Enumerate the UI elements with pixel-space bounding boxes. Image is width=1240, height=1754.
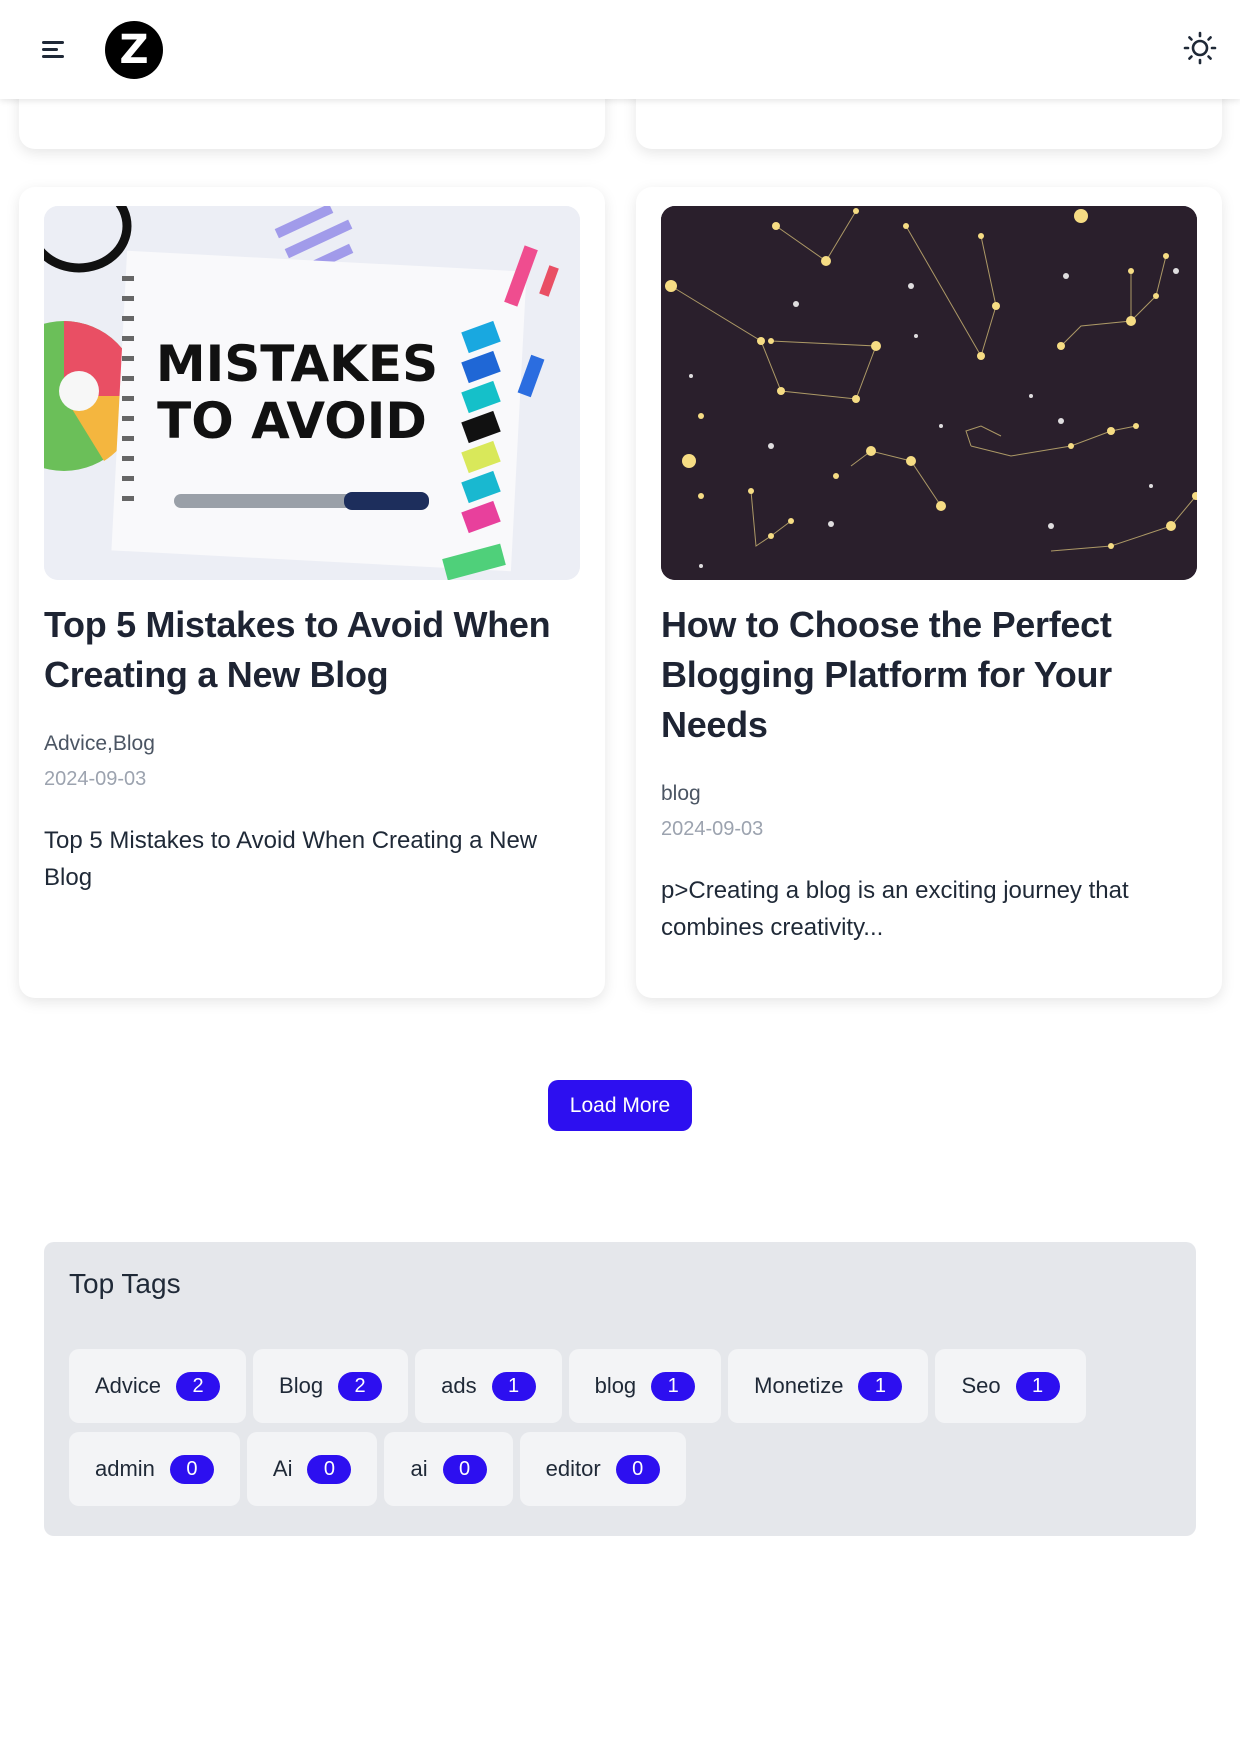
- tag-count-badge: 0: [442, 1454, 487, 1484]
- top-tags-title: Top Tags: [69, 1268, 181, 1299]
- tag-name: Monetize: [754, 1373, 844, 1398]
- tag-chip[interactable]: Advice 2: [69, 1349, 247, 1423]
- top-tags-panel: Top Tags Advice 2 Blog 2 ads 1 blog 1 Moneti…: [44, 1242, 1196, 1536]
- tag-chip[interactable]: ai 0: [384, 1432, 513, 1506]
- post-thumbnail[interactable]: MISTAKES TO AVOID: [44, 206, 580, 580]
- tag-chip[interactable]: ads 1: [415, 1349, 562, 1423]
- post-date: 2024-09-03: [44, 768, 147, 790]
- post-card[interactable]: How to Choose the Perfect Blogging Platf…: [636, 187, 1222, 998]
- post-categories[interactable]: blog: [661, 782, 701, 806]
- sun-icon[interactable]: [1183, 31, 1217, 65]
- post-card[interactable]: MISTAKES TO AVOID Top 5 Mistakes to Avoi…: [19, 187, 605, 998]
- tag-name: admin: [95, 1456, 155, 1481]
- tag-chip[interactable]: Ai 0: [246, 1432, 378, 1506]
- tag-name: Ai: [272, 1456, 293, 1481]
- tag-name: editor: [545, 1456, 601, 1481]
- post-categories[interactable]: Advice,Blog: [44, 732, 155, 756]
- tag-chip[interactable]: blog 1: [568, 1349, 722, 1423]
- tag-chip[interactable]: admin 0: [69, 1432, 240, 1506]
- load-more-button[interactable]: Load More: [548, 1080, 692, 1131]
- tags-list: Advice 2 Blog 2 ads 1 blog 1 Monetize 1 Seo 1 …: [69, 1349, 1169, 1506]
- tag-name: blog: [594, 1373, 637, 1398]
- image-text: TO AVOID: [157, 392, 427, 450]
- tag-count-badge: 0: [169, 1454, 214, 1484]
- tag-name: ads: [441, 1373, 477, 1398]
- tag-count-badge: 2: [176, 1371, 221, 1401]
- tag-count-badge: 0: [307, 1454, 352, 1484]
- post-title[interactable]: How to Choose the Perfect Blogging Platf…: [661, 600, 1181, 750]
- tag-count-badge: 1: [1015, 1371, 1060, 1401]
- tag-name: ai: [410, 1456, 428, 1481]
- post-date: 2024-09-03: [661, 818, 764, 840]
- tag-count-badge: 0: [615, 1454, 660, 1484]
- tag-chip[interactable]: Monetize 1: [728, 1349, 929, 1423]
- hamburger-menu-icon[interactable]: [38, 34, 68, 64]
- tag-count-badge: 1: [491, 1371, 536, 1401]
- post-thumbnail[interactable]: [661, 206, 1197, 580]
- tag-name: Advice: [95, 1373, 162, 1398]
- tag-count-badge: 2: [338, 1371, 383, 1401]
- tag-name: Seo: [961, 1373, 1001, 1398]
- site-header: Z: [0, 0, 1240, 99]
- tag-name: Blog: [279, 1373, 324, 1398]
- tag-count-badge: 1: [858, 1371, 903, 1401]
- post-title[interactable]: Top 5 Mistakes to Avoid When Creating a …: [44, 600, 564, 700]
- logo-letter: Z: [119, 27, 149, 73]
- tag-chip[interactable]: Blog 2: [253, 1349, 409, 1423]
- tag-chip[interactable]: editor 0: [519, 1432, 686, 1506]
- post-excerpt: Top 5 Mistakes to Avoid When Creating a …: [44, 827, 538, 891]
- image-text: MISTAKES: [156, 335, 438, 393]
- site-logo[interactable]: Z: [105, 21, 163, 79]
- tag-chip[interactable]: Seo 1: [935, 1349, 1086, 1423]
- tag-count-badge: 1: [651, 1371, 696, 1401]
- post-excerpt: p>Creating a blog is an exciting journey…: [661, 877, 1129, 941]
